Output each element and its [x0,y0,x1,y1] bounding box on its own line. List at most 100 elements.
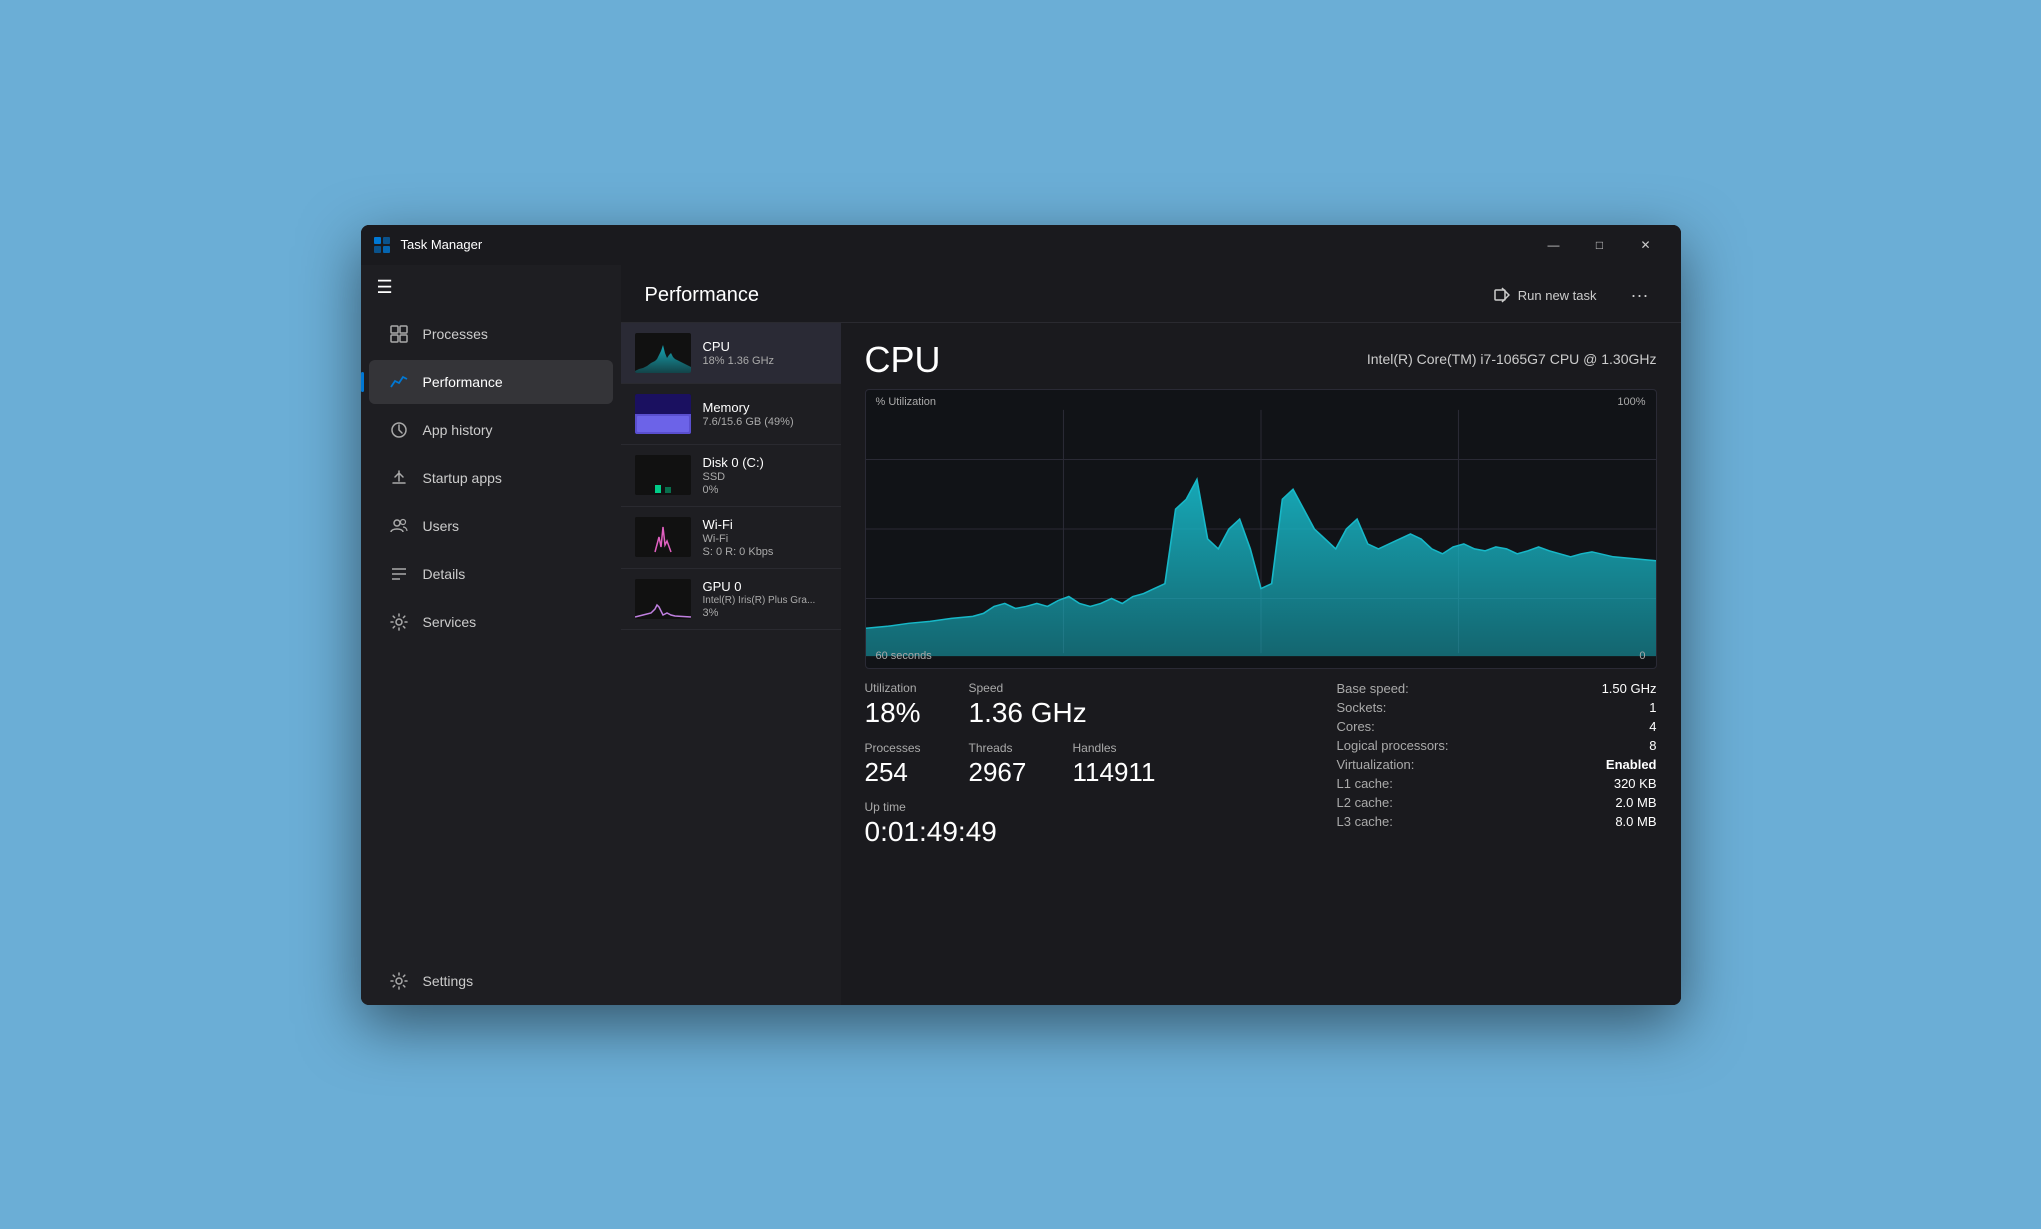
disk-sub1: SSD [703,471,827,483]
grid-icon [389,324,409,344]
spec-sockets: Sockets: 1 [1337,700,1657,715]
disk-info: Disk 0 (C:) SSD 0% [703,455,827,496]
minimize-button[interactable]: — [1531,229,1577,261]
sidebar-item-processes[interactable]: Processes [369,312,613,356]
virtualization-key: Virtualization: [1337,757,1415,772]
wifi-thumbnail [635,517,691,557]
stats-row-2: Processes 254 Threads 2967 Handles 11491… [865,741,1317,788]
sidebar-label-details: Details [423,566,466,582]
device-item-cpu[interactable]: CPU 18% 1.36 GHz [621,323,841,384]
chart-zero-label: 0 [1639,650,1645,662]
spec-cores: Cores: 4 [1337,719,1657,734]
sidebar-item-app-history[interactable]: App history [369,408,613,452]
gpu-sub2: 3% [703,607,827,619]
stat-threads: Threads 2967 [969,741,1049,788]
run-task-icon [1494,287,1510,303]
app-icon [373,236,391,254]
sidebar-spacer [361,646,621,957]
maximize-button[interactable]: □ [1577,229,1623,261]
hamburger-menu[interactable]: ☰ [361,265,621,310]
close-button[interactable]: ✕ [1623,229,1669,261]
cpu-sub: 18% 1.36 GHz [703,355,827,367]
sidebar-item-startup-apps[interactable]: Startup apps [369,456,613,500]
stat-handles: Handles 114911 [1073,741,1156,788]
sockets-val: 1 [1649,700,1656,715]
main-area: Performance Run new task ··· [621,265,1681,1005]
logical-val: 8 [1649,738,1656,753]
sidebar-label-services: Services [423,614,477,630]
device-item-memory[interactable]: Memory 7.6/15.6 GB (49%) [621,384,841,445]
header-actions: Run new task ··· [1484,281,1657,310]
more-options-button[interactable]: ··· [1623,281,1657,310]
cpu-chart-area: % Utilization 100% 60 seconds 0 [865,389,1657,669]
uptime-value: 0:01:49:49 [865,816,997,848]
titlebar: Task Manager — □ ✕ [361,225,1681,265]
l1-key: L1 cache: [1337,776,1393,791]
disk-name: Disk 0 (C:) [703,455,827,470]
sidebar-item-details[interactable]: Details [369,552,613,596]
spec-l3: L3 cache: 8.0 MB [1337,814,1657,829]
detail-header: CPU Intel(R) Core(TM) i7-1065G7 CPU @ 1.… [865,339,1657,381]
base-speed-key: Base speed: [1337,681,1409,696]
detail-panel: CPU Intel(R) Core(TM) i7-1065G7 CPU @ 1.… [841,323,1681,1005]
sidebar-label-processes: Processes [423,326,488,342]
details-icon [389,564,409,584]
specs-panel: Base speed: 1.50 GHz Sockets: 1 Cores: 4 [1317,681,1657,860]
handles-label: Handles [1073,741,1156,755]
sidebar-item-services[interactable]: Services [369,600,613,644]
disk-sub2: 0% [703,484,827,496]
speed-value: 1.36 GHz [969,697,1087,729]
l3-key: L3 cache: [1337,814,1393,829]
spec-l1: L1 cache: 320 KB [1337,776,1657,791]
sidebar-label-settings: Settings [423,973,474,989]
l2-key: L2 cache: [1337,795,1393,810]
memory-name: Memory [703,400,827,415]
chart-max-label: 100% [1617,396,1645,408]
wifi-sub1: Wi-Fi [703,533,827,545]
cpu-name: CPU [703,339,827,354]
sockets-key: Sockets: [1337,700,1387,715]
sidebar: ☰ Processes [361,265,621,1005]
gpu-name: GPU 0 [703,579,827,594]
spec-logical: Logical processors: 8 [1337,738,1657,753]
sidebar-label-app-history: App history [423,422,493,438]
logical-key: Logical processors: [1337,738,1449,753]
stat-utilization: Utilization 18% [865,681,945,729]
threads-label: Threads [969,741,1049,755]
run-new-task-button[interactable]: Run new task [1484,281,1607,309]
sidebar-item-users[interactable]: Users [369,504,613,548]
gpu-info: GPU 0 Intel(R) Iris(R) Plus Gra... 3% [703,579,827,619]
wifi-sub2: S: 0 R: 0 Kbps [703,546,827,558]
spec-l2: L2 cache: 2.0 MB [1337,795,1657,810]
cpu-info: CPU 18% 1.36 GHz [703,339,827,367]
processes-label: Processes [865,741,945,755]
stat-processes: Processes 254 [865,741,945,788]
sidebar-item-settings[interactable]: Settings [369,959,613,1003]
task-manager-window: Task Manager — □ ✕ ☰ Proce [361,225,1681,1005]
sidebar-label-startup-apps: Startup apps [423,470,502,486]
device-item-wifi[interactable]: Wi-Fi Wi-Fi S: 0 R: 0 Kbps [621,507,841,569]
spec-base-speed: Base speed: 1.50 GHz [1337,681,1657,696]
device-item-gpu[interactable]: GPU 0 Intel(R) Iris(R) Plus Gra... 3% [621,569,841,630]
l2-val: 2.0 MB [1615,795,1656,810]
chart-util-label: % Utilization [876,396,937,408]
wifi-name: Wi-Fi [703,517,827,532]
startup-icon [389,468,409,488]
sidebar-item-performance[interactable]: Performance [369,360,613,404]
stat-speed: Speed 1.36 GHz [969,681,1087,729]
speed-label: Speed [969,681,1087,695]
stats-left: Utilization 18% Speed 1.36 GHz [865,681,1317,860]
chart-icon [389,372,409,392]
utilization-value: 18% [865,697,945,729]
device-item-disk[interactable]: Disk 0 (C:) SSD 0% [621,445,841,507]
stat-uptime: Up time 0:01:49:49 [865,800,997,848]
users-icon [389,516,409,536]
titlebar-title: Task Manager [401,237,483,252]
page-title: Performance [645,284,1484,307]
l1-val: 320 KB [1614,776,1657,791]
stats-row-1: Utilization 18% Speed 1.36 GHz [865,681,1317,729]
device-list: CPU 18% 1.36 GHz [621,323,841,1005]
content-area: ☰ Processes [361,265,1681,1005]
gpu-sub1: Intel(R) Iris(R) Plus Gra... [703,595,827,606]
wifi-info: Wi-Fi Wi-Fi S: 0 R: 0 Kbps [703,517,827,558]
